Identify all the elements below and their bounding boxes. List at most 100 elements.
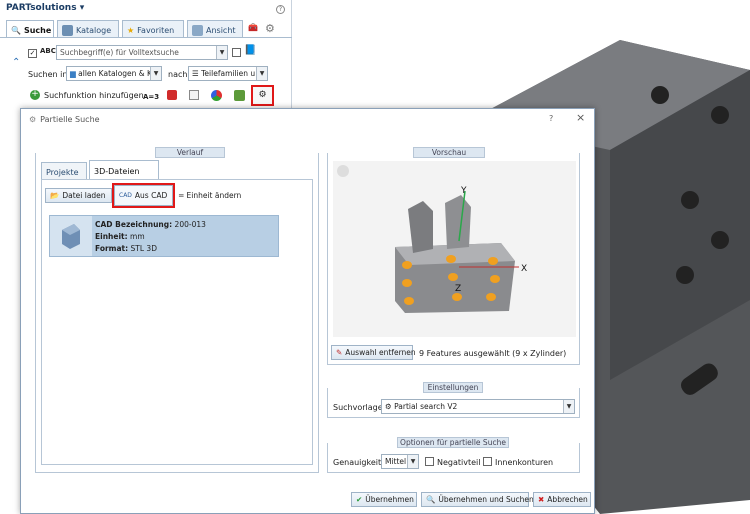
unit-label: Einheit:: [95, 232, 128, 241]
partial-search-icon: ⚙: [385, 402, 392, 411]
partial-search-icon: ⚙: [29, 115, 37, 124]
button-label: Datei laden: [62, 191, 106, 200]
tab-label: Favoriten: [137, 25, 175, 35]
folder-icon: 📂: [50, 191, 60, 200]
family-value: Teilefamilien u: [201, 69, 256, 78]
template-value: Partial search V2: [394, 402, 458, 411]
option-checkbox[interactable]: [232, 48, 241, 57]
chevron-down-icon[interactable]: ▼: [216, 46, 227, 59]
view-icon: [192, 24, 203, 36]
cad-name-value: 200-013: [174, 220, 206, 229]
button-label: Übernehmen und Suchen: [438, 495, 534, 504]
search-icon: 🔍: [426, 495, 436, 504]
book-icon[interactable]: 📘: [244, 45, 256, 56]
chevron-down-icon[interactable]: ▼: [256, 67, 267, 80]
tab-ansicht[interactable]: Ansicht: [187, 20, 243, 37]
format-value: STL 3D: [130, 244, 157, 253]
button-label: Abbrechen: [547, 495, 588, 504]
shape-search-icon[interactable]: [234, 90, 245, 101]
sketch-search-icon[interactable]: [189, 90, 199, 100]
catalog-value: allen Katalogen & K: [78, 69, 152, 78]
accuracy-label: Genauigkeit:: [333, 458, 384, 467]
button-label: Auswahl entfernen: [345, 348, 416, 357]
cad-name-row: CAD Bezeichnung: 200-013: [95, 219, 206, 231]
ruler-icon: ═: [179, 191, 184, 200]
gear-icon[interactable]: ⚙: [265, 22, 275, 35]
preview-model: Y X Z: [337, 165, 527, 313]
axis-y-label: Y: [460, 186, 467, 196]
tab-3d-dateien[interactable]: 3D-Dateien: [89, 160, 159, 180]
search-icon: 🔍: [11, 26, 21, 35]
negative-part-label: Negativteil: [437, 458, 481, 467]
cad-icon: CAD: [119, 191, 132, 199]
search-in-label: Suchen in: [28, 70, 68, 79]
format-row: Format: STL 3D: [95, 243, 206, 255]
preview-canvas[interactable]: Y X Z: [333, 161, 576, 337]
accuracy-select[interactable]: Mittel ▼: [381, 454, 419, 469]
abc-label: ABC: [40, 47, 56, 55]
color-search-icon[interactable]: [211, 90, 222, 101]
inner-contours-checkbox[interactable]: [483, 457, 492, 466]
template-select[interactable]: ⚙ Partial search V2 ▼: [381, 399, 575, 414]
button-label: Übernehmen: [365, 495, 414, 504]
list-item[interactable]: CAD Bezeichnung: 200-013 Einheit: mm For…: [49, 215, 279, 257]
tab-kataloge[interactable]: Kataloge: [57, 20, 119, 37]
unit-value: mm: [130, 232, 145, 241]
check-icon: ✔: [356, 495, 363, 504]
family-select[interactable]: ☰ Teilefamilien u ▼: [188, 66, 268, 81]
tab-projekte[interactable]: Projekte: [41, 162, 87, 179]
app-title[interactable]: PARTsolutions ▾: [6, 3, 84, 13]
formula-search-icon[interactable]: A=3: [143, 93, 159, 101]
chevron-down-icon[interactable]: ▼: [150, 67, 161, 80]
catalog-icon: [62, 24, 73, 36]
search-placeholder: Suchbegriff(e) für Volltextsuche: [60, 48, 179, 57]
chevron-down-icon: ▾: [79, 3, 85, 13]
accept-and-search-button[interactable]: 🔍 Übernehmen und Suchen: [421, 492, 534, 507]
inner-contours-label: Innenkonturen: [495, 458, 554, 467]
collapse-icon[interactable]: ⌃: [12, 57, 20, 68]
fulltext-search-input[interactable]: Suchbegriff(e) für Volltextsuche ▼: [56, 45, 228, 60]
nach-label: nach: [168, 70, 188, 79]
app-title-text: PARTsolutions: [6, 3, 77, 13]
partial-search-icon[interactable]: ⚙: [251, 85, 274, 106]
tab-label: Suche: [23, 26, 52, 35]
chevron-down-icon[interactable]: ▼: [563, 400, 574, 413]
tab-label: Ansicht: [206, 25, 236, 35]
part-thumbnail-icon: [62, 224, 80, 249]
help-icon[interactable]: ?: [276, 5, 285, 14]
button-label: Einheit ändern: [186, 191, 242, 200]
tab-label: Projekte: [46, 167, 79, 177]
fulltext-checkbox[interactable]: ✓: [28, 49, 37, 58]
template-label: Suchvorlage:: [333, 403, 386, 412]
change-unit-button[interactable]: ═ Einheit ändern: [175, 188, 285, 203]
chevron-down-icon[interactable]: ▼: [407, 455, 418, 468]
axis-x-label: X: [521, 264, 527, 274]
folder-icon: ▆: [70, 69, 76, 78]
eraser-icon: ✎: [336, 348, 343, 357]
accept-button[interactable]: ✔ Übernehmen: [351, 492, 417, 507]
dialog-close-button[interactable]: ×: [576, 111, 585, 124]
format-label: Format:: [95, 244, 129, 253]
tab-suche[interactable]: 🔍 Suche: [6, 20, 54, 38]
add-function-label: Suchfunktion hinzufügen:: [44, 91, 147, 100]
selection-status: 9 Features ausgewählt (9 x Zylinder): [419, 349, 567, 358]
list-icon: ☰: [192, 69, 199, 78]
tab-label: Kataloge: [76, 25, 112, 35]
add-icon[interactable]: +: [30, 90, 40, 100]
dialog-help-button[interactable]: ?: [549, 114, 553, 123]
cube-search-icon[interactable]: [167, 90, 177, 100]
axis-z-label: Z: [455, 284, 461, 294]
toolbox-icon[interactable]: 🧰: [248, 23, 258, 32]
cad-name-label: CAD Bezeichnung:: [95, 220, 173, 229]
tab-favoriten[interactable]: ★ Favoriten: [122, 20, 184, 37]
cancel-button[interactable]: ✖ Abbrechen: [533, 492, 591, 507]
button-label: Aus CAD: [134, 191, 168, 200]
star-icon: ★: [127, 25, 135, 35]
catalog-select[interactable]: ▆ allen Katalogen & K ▼: [66, 66, 162, 81]
remove-selection-button[interactable]: ✎ Auswahl entfernen: [331, 345, 416, 360]
partial-search-dialog: ⚙ Partielle Suche ? × Verlauf Projekte 3…: [20, 108, 595, 514]
load-file-button[interactable]: 📂 Datei laden: [45, 188, 112, 203]
negative-part-checkbox[interactable]: [425, 457, 434, 466]
close-icon: ✖: [538, 495, 545, 504]
from-cad-button[interactable]: CAD Aus CAD: [112, 183, 175, 208]
